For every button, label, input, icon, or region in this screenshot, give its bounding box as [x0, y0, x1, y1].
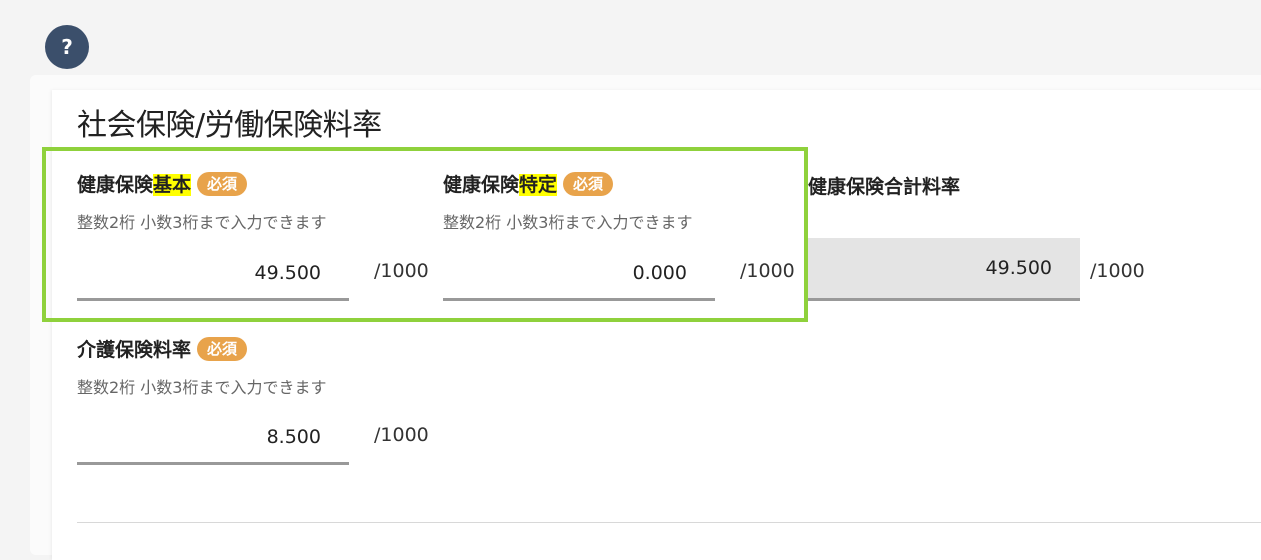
kaigo-unit: /1000 [374, 424, 429, 446]
required-badge: 必須 [197, 336, 248, 361]
kaigo-label: 介護保険料率 必須 [77, 335, 326, 362]
kaigo-input-wrap [77, 412, 349, 465]
field-kaigo: 介護保険料率 必須 整数2桁 小数3桁まで入力できます [77, 335, 326, 398]
question-icon: ? [61, 35, 73, 59]
total-input-wrap [808, 238, 1080, 301]
section-divider [77, 522, 1261, 523]
total-label: 健康保険合計料率 [808, 176, 961, 198]
kaigo-hint: 整数2桁 小数3桁まで入力できます [77, 378, 327, 397]
help-button[interactable]: ? [45, 25, 89, 69]
total-rate-readonly [808, 238, 1080, 298]
field-total: 健康保険合計料率 [808, 172, 960, 199]
total-unit: /1000 [1090, 260, 1145, 282]
section-title: 社会保険/労働保険料率 [77, 108, 382, 143]
highlight-frame [42, 147, 808, 322]
kaigo-rate-input[interactable] [77, 412, 349, 462]
